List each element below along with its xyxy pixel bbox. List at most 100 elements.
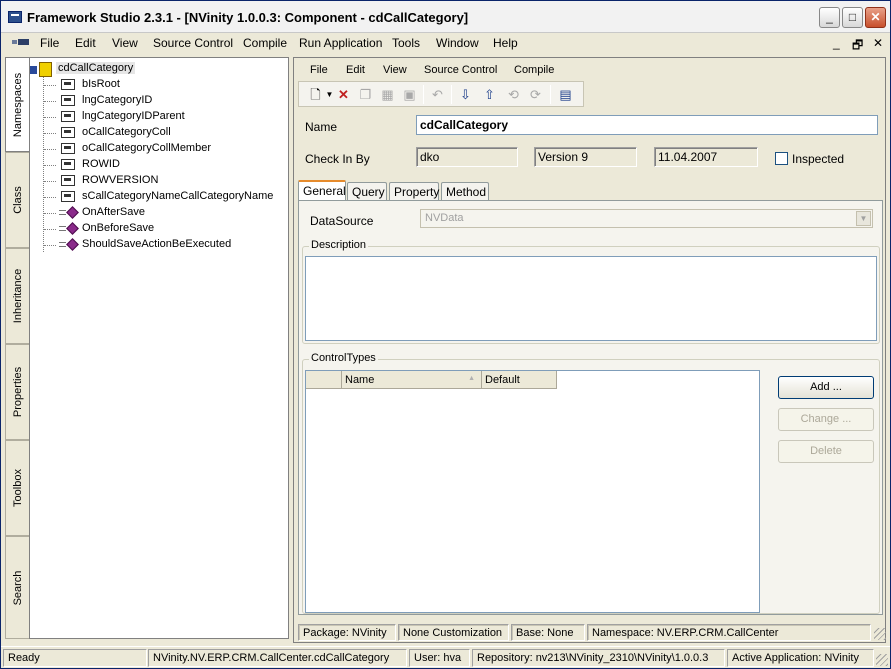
inspected-checkbox[interactable] <box>775 152 788 165</box>
menu-window[interactable]: Window <box>436 36 479 50</box>
sidetab-properties[interactable]: Properties <box>5 344 29 440</box>
editor-toolbar: 🗋 ▼ ✕ ❐ ▦ ▣ ↶ ⇩ ⇧ ⟲ ⟳ ▤ <box>298 81 584 107</box>
copy-icon[interactable]: ❐ <box>357 86 374 103</box>
tree-item-method[interactable]: OnAfterSave <box>59 205 280 221</box>
change-button[interactable]: Change ... <box>778 408 874 431</box>
menu-run-application[interactable]: Run Application <box>299 36 382 50</box>
side-tabs: Namespaces Class Inheritance Properties … <box>5 57 29 639</box>
inspected-label: Inspected <box>792 152 845 166</box>
controltypes-group: ControlTypes Name ▲ Default Add ... Chan… <box>302 352 880 614</box>
minimize-button[interactable]: _ <box>819 7 840 28</box>
menu-tools[interactable]: Tools <box>392 36 420 50</box>
description-title: Description <box>309 239 369 251</box>
tree-item-method[interactable]: ShouldSaveActionBeExecuted <box>59 237 280 253</box>
editor-menu-file[interactable]: File <box>310 64 328 76</box>
component-icon <box>30 62 52 77</box>
menu-view[interactable]: View <box>112 36 138 50</box>
chevron-down-icon[interactable]: ▼ <box>856 211 871 226</box>
sort-arrow-icon: ▲ <box>468 375 475 382</box>
app-icon[interactable] <box>8 11 22 23</box>
method-icon <box>66 222 79 235</box>
undo-check-out-icon[interactable]: ⟲ <box>505 86 522 103</box>
controltypes-grid[interactable]: Name ▲ Default <box>305 370 760 613</box>
property-icon <box>61 143 75 154</box>
resize-grip-icon[interactable] <box>874 628 886 640</box>
tab-query[interactable]: Query <box>347 182 387 200</box>
window-title: Framework Studio 2.3.1 - [NVinity 1.0.0.… <box>27 10 469 25</box>
sidetab-toolbox[interactable]: Toolbox <box>5 440 29 536</box>
tree-item-property[interactable]: oCallCategoryColl <box>61 125 281 141</box>
customization-info: None Customization <box>398 624 509 641</box>
grid-header-default[interactable]: Default <box>482 371 557 389</box>
sidetab-inheritance[interactable]: Inheritance <box>5 248 29 344</box>
mdi-close-button[interactable]: ✕ <box>873 36 883 50</box>
status-bar: Ready NVinity.NV.ERP.CRM.CallCenter.cdCa… <box>1 646 890 668</box>
menu-help[interactable]: Help <box>493 36 518 50</box>
editor-menu-view[interactable]: View <box>383 64 407 76</box>
menu-file[interactable]: File <box>40 36 59 50</box>
history-icon[interactable]: ⟳ <box>527 86 544 103</box>
component-editor: File Edit View Source Control Compile 🗋 … <box>293 57 886 643</box>
property-icon <box>61 111 75 122</box>
sidetab-search[interactable]: Search <box>5 536 29 639</box>
property-icon <box>61 159 75 170</box>
grid-row-header <box>306 371 342 389</box>
tree-item-property[interactable]: bIsRoot <box>61 77 281 93</box>
tab-method[interactable]: Method <box>441 182 489 200</box>
paste-icon[interactable]: ▦ <box>379 86 396 103</box>
description-textarea[interactable] <box>305 256 877 341</box>
tab-general[interactable]: General <box>298 180 346 201</box>
mdi-child-icon[interactable] <box>12 38 30 48</box>
close-button[interactable]: ✕ <box>865 7 886 28</box>
tree-item-method[interactable]: OnBeforeSave <box>59 221 280 237</box>
properties-icon[interactable]: ▤ <box>557 86 574 103</box>
title-bar[interactable]: Framework Studio 2.3.1 - [NVinity 1.0.0.… <box>1 1 890 33</box>
base-info: Base: None <box>511 624 585 641</box>
sidetab-class[interactable]: Class <box>5 152 29 248</box>
menu-compile[interactable]: Compile <box>243 36 287 50</box>
editor-menu-edit[interactable]: Edit <box>346 64 365 76</box>
mdi-restore-button[interactable]: 🗗 <box>852 36 863 57</box>
name-label: Name <box>305 120 338 134</box>
name-input[interactable]: cdCallCategory <box>416 115 878 135</box>
editor-menu-compile[interactable]: Compile <box>514 64 554 76</box>
maximize-button[interactable]: □ <box>842 7 863 28</box>
property-icon <box>61 191 75 202</box>
check-out-icon[interactable]: ⇩ <box>457 86 474 103</box>
controltypes-title: ControlTypes <box>309 352 378 364</box>
save-icon[interactable]: ▣ <box>401 86 418 103</box>
tab-property[interactable]: Property <box>389 182 439 200</box>
undo-icon[interactable]: ↶ <box>429 86 446 103</box>
property-icon <box>61 79 75 90</box>
tree-item-property[interactable]: ROWVERSION <box>61 173 281 189</box>
check-in-date-field: 11.04.2007 <box>654 147 758 167</box>
add-button[interactable]: Add ... <box>778 376 874 399</box>
property-icon <box>61 95 75 106</box>
datasource-select[interactable]: NVData ▼ <box>420 209 873 228</box>
menu-source-control[interactable]: Source Control <box>153 36 233 50</box>
tree-item-property[interactable]: lngCategoryID <box>61 93 281 109</box>
check-in-user-field: dko <box>416 147 518 167</box>
method-icon <box>66 206 79 219</box>
property-icon <box>61 127 75 138</box>
delete-button[interactable]: Delete <box>778 440 874 463</box>
check-in-by-label: Check In By <box>305 152 370 166</box>
property-icon <box>61 175 75 186</box>
version-field: Version 9 <box>534 147 637 167</box>
resize-grip-icon[interactable] <box>876 654 888 666</box>
status-component: NVinity.NV.ERP.CRM.CallCenter.cdCallCate… <box>148 649 407 667</box>
class-tree[interactable]: cdCallCategory bIsRoot lngCategoryID lng… <box>29 57 289 639</box>
tree-item-property[interactable]: sCallCategoryNameCallCategoryName <box>61 189 286 205</box>
sidetab-namespaces[interactable]: Namespaces <box>5 57 29 152</box>
tree-item-property[interactable]: ROWID <box>61 157 281 173</box>
tree-item-property[interactable]: lngCategoryIDParent <box>61 109 281 125</box>
tree-item-property[interactable]: oCallCategoryCollMember <box>61 141 281 157</box>
method-icon <box>66 238 79 251</box>
editor-menu-source-control[interactable]: Source Control <box>424 64 497 76</box>
delete-icon[interactable]: ✕ <box>335 86 352 103</box>
menu-edit[interactable]: Edit <box>75 36 96 50</box>
check-in-icon[interactable]: ⇧ <box>481 86 498 103</box>
tree-root[interactable]: cdCallCategory <box>30 61 180 77</box>
mdi-minimize-button[interactable]: _ <box>833 36 840 50</box>
grid-header-name[interactable]: Name ▲ <box>342 371 482 389</box>
